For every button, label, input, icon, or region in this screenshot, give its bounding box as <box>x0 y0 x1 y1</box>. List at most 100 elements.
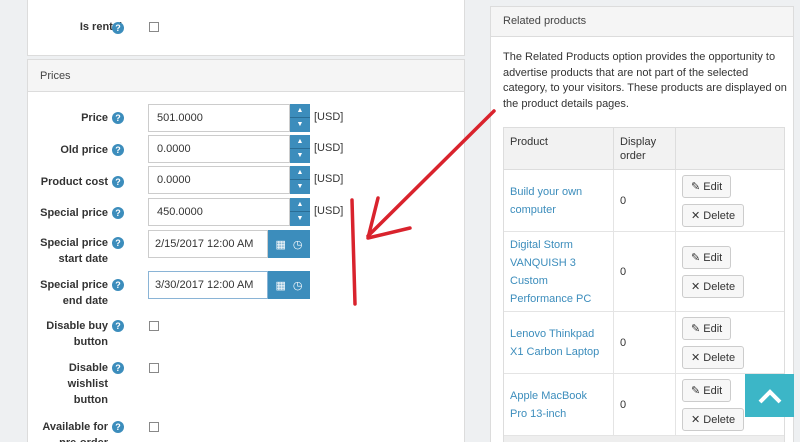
help-icon[interactable]: ? <box>112 320 124 332</box>
column-header-product[interactable]: Product <box>504 128 614 169</box>
edit-button-label: Edit <box>703 322 723 335</box>
table-footer <box>504 436 784 442</box>
label-line: button <box>73 394 108 406</box>
price-input[interactable]: 501.0000 <box>148 104 290 132</box>
label-line: Special price <box>40 237 108 249</box>
delete-button[interactable]: ✕ Delete <box>682 345 745 369</box>
order-cell: 0 <box>614 312 676 373</box>
special-price-label: Special price <box>40 207 108 219</box>
pencil-icon: ✎ <box>691 384 704 397</box>
chevron-down-icon[interactable]: ▼ <box>290 118 310 132</box>
clock-icon[interactable]: ◷ <box>293 279 303 292</box>
column-header-display-order[interactable]: Display order <box>614 128 676 169</box>
scroll-to-top-button[interactable] <box>745 374 794 417</box>
label-line: Disable <box>68 362 108 374</box>
label-line: Disable buy <box>46 320 108 332</box>
chevron-down-icon[interactable]: ▼ <box>290 212 310 226</box>
chevron-up-icon <box>758 388 781 403</box>
product-cost-input[interactable]: 0.0000 <box>148 166 290 194</box>
edit-button[interactable]: ✎ Edit <box>682 245 732 269</box>
price-stepper[interactable]: ▲ ▼ <box>290 104 310 132</box>
header-line: order <box>620 150 646 162</box>
special-price-input[interactable]: 450.0000 <box>148 198 290 226</box>
prices-panel: Prices Price ? 501.0000 ▲ ▼ [USD] Old pri… <box>27 59 465 442</box>
chevron-up-icon[interactable]: ▲ <box>290 104 310 118</box>
help-icon[interactable]: ? <box>112 421 124 433</box>
special-start-input[interactable]: 2/15/2017 12:00 AM <box>148 230 268 258</box>
product-link[interactable]: Digital Storm VANQUISH 3 Custom Performa… <box>510 236 607 308</box>
edit-button[interactable]: ✎ Edit <box>682 174 732 198</box>
special-end-input[interactable]: 3/30/2017 12:00 AM <box>148 271 268 299</box>
product-cost-unit: [USD] <box>314 173 344 185</box>
table-row: Build your own computer 0 ✎ Edit ✕ Delet… <box>504 170 784 232</box>
help-icon[interactable]: ? <box>112 362 124 374</box>
product-link[interactable]: Lenovo Thinkpad X1 Carbon Laptop <box>510 325 607 361</box>
calendar-icon[interactable]: ▦ <box>275 238 285 251</box>
table-row: Apple MacBook Pro 13-inch 0 ✎ Edit ✕ Del… <box>504 374 784 436</box>
edit-button-label: Edit <box>703 384 723 397</box>
clock-icon[interactable]: ◷ <box>293 238 303 251</box>
chevron-up-icon[interactable]: ▲ <box>290 198 310 212</box>
product-cost-label: Product cost <box>40 176 108 188</box>
edit-button-label: Edit <box>703 180 723 193</box>
table-row: Lenovo Thinkpad X1 Carbon Laptop 0 ✎ Edi… <box>504 312 784 374</box>
label-line: Special price <box>40 279 108 291</box>
delete-button-label: Delete <box>703 209 736 222</box>
is-rental-label: Is rental <box>79 21 122 33</box>
chevron-up-icon[interactable]: ▲ <box>290 135 310 149</box>
calendar-icon[interactable]: ▦ <box>275 279 285 292</box>
edit-button[interactable]: ✎ Edit <box>682 316 732 340</box>
close-icon: ✕ <box>691 351 704 364</box>
related-products-table: Product Display order Build your own comp… <box>503 127 785 442</box>
is-rental-checkbox[interactable] <box>149 22 159 32</box>
chevron-up-icon[interactable]: ▲ <box>290 166 310 180</box>
label-line: start date <box>58 253 108 265</box>
chevron-down-icon[interactable]: ▼ <box>290 149 310 163</box>
display-order-value: 0 <box>620 265 627 278</box>
help-icon[interactable]: ? <box>112 22 124 34</box>
old-price-input[interactable]: 0.0000 <box>148 135 290 163</box>
old-price-unit: [USD] <box>314 142 344 154</box>
order-cell: 0 <box>614 170 676 231</box>
help-icon[interactable]: ? <box>112 207 124 219</box>
delete-button[interactable]: ✕ Delete <box>682 274 745 298</box>
delete-button-label: Delete <box>703 351 736 364</box>
display-order-value: 0 <box>620 398 627 411</box>
chevron-down-icon[interactable]: ▼ <box>290 180 310 194</box>
edit-button[interactable]: ✎ Edit <box>682 378 732 402</box>
disable-wishlist-checkbox[interactable] <box>149 363 159 373</box>
label-line: pre-order <box>59 437 108 442</box>
product-cell: Lenovo Thinkpad X1 Carbon Laptop <box>504 312 614 373</box>
delete-button[interactable]: ✕ Delete <box>682 203 745 227</box>
old-price-stepper[interactable]: ▲ ▼ <box>290 135 310 163</box>
price-label: Price <box>81 112 108 124</box>
product-cell: Apple MacBook Pro 13-inch <box>504 374 614 435</box>
special-start-picker[interactable]: ▦ ◷ <box>268 230 310 258</box>
special-price-stepper[interactable]: ▲ ▼ <box>290 198 310 226</box>
close-icon: ✕ <box>691 209 704 222</box>
product-link[interactable]: Apple MacBook Pro 13-inch <box>510 387 607 423</box>
preorder-label: Available for pre-order <box>28 419 108 442</box>
help-icon[interactable]: ? <box>112 176 124 188</box>
actions-cell: ✎ Edit ✕ Delete <box>676 312 784 373</box>
preorder-checkbox[interactable] <box>149 422 159 432</box>
help-icon[interactable]: ? <box>112 237 124 249</box>
table-header: Product Display order <box>504 128 784 170</box>
disable-buy-label: Disable buy button <box>28 318 108 350</box>
old-price-label: Old price <box>60 144 108 156</box>
close-icon: ✕ <box>691 413 704 426</box>
disable-buy-checkbox[interactable] <box>149 321 159 331</box>
product-link[interactable]: Build your own computer <box>510 183 607 219</box>
actions-cell: ✎ Edit ✕ Delete <box>676 232 784 311</box>
help-icon[interactable]: ? <box>112 144 124 156</box>
help-icon[interactable]: ? <box>112 279 124 291</box>
edit-button-label: Edit <box>703 251 723 264</box>
column-header-actions <box>676 128 784 169</box>
pencil-icon: ✎ <box>691 180 704 193</box>
special-end-picker[interactable]: ▦ ◷ <box>268 271 310 299</box>
help-icon[interactable]: ? <box>112 112 124 124</box>
special-start-label: Special price start date <box>28 235 108 267</box>
delete-button-label: Delete <box>703 413 736 426</box>
product-cost-stepper[interactable]: ▲ ▼ <box>290 166 310 194</box>
delete-button[interactable]: ✕ Delete <box>682 407 745 431</box>
